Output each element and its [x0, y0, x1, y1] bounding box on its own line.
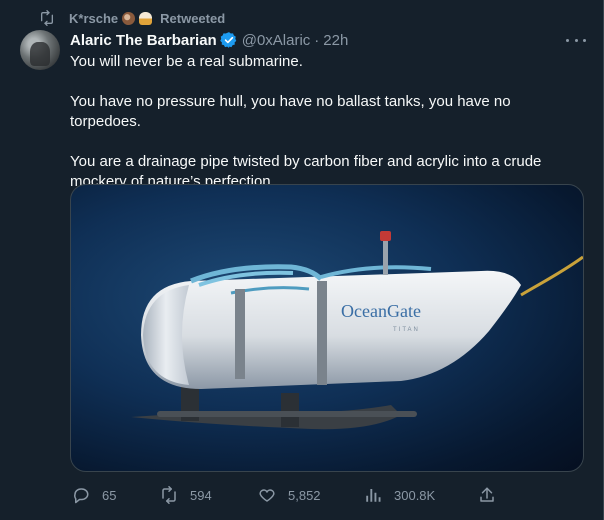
verified-badge-icon[interactable]: [219, 31, 238, 49]
retweeted-label: Retweeted: [160, 10, 226, 26]
retweet-icon: [39, 10, 55, 26]
separator-dot: ·: [314, 31, 320, 49]
tweet-image[interactable]: OceanGate TITAN: [70, 184, 584, 472]
view-count: 300.8K: [394, 487, 436, 503]
tweet-line-1: You will never be a real submarine.: [70, 53, 303, 70]
action-bar: 65 594 5,852 300.8K: [70, 484, 580, 506]
views-button[interactable]: 300.8K: [364, 484, 435, 506]
tweet-header: Alaric The Barbarian @0xAlaric · 22h: [70, 30, 348, 50]
share-button[interactable]: [478, 484, 496, 506]
retweeter-name[interactable]: K*rsche: [69, 11, 118, 26]
avatar[interactable]: [20, 30, 60, 70]
model-label: TITAN: [393, 327, 420, 333]
brand-logo: OceanGate: [341, 301, 421, 321]
tweet-text: You will never be a real submarine. You …: [70, 52, 580, 192]
share-icon: [478, 486, 496, 504]
like-icon: [258, 486, 276, 504]
coconut-emoji-icon: [122, 11, 136, 25]
reply-icon: [72, 486, 90, 504]
display-name[interactable]: Alaric The Barbarian: [70, 32, 217, 49]
retweet-count: 594: [190, 487, 212, 503]
retweet-icon: [160, 486, 178, 504]
like-button[interactable]: 5,852: [258, 484, 321, 506]
submarine-illustration: OceanGate TITAN: [131, 231, 583, 430]
like-count: 5,852: [288, 487, 321, 503]
reply-count: 65: [102, 487, 117, 503]
views-icon: [364, 486, 382, 504]
cupcake-emoji-icon: [139, 11, 153, 25]
retweet-button[interactable]: 594: [160, 484, 212, 506]
retweet-banner[interactable]: K*rsche Retweeted: [39, 10, 225, 26]
more-icon[interactable]: [566, 32, 586, 48]
timestamp[interactable]: 22h: [323, 32, 348, 49]
handle[interactable]: @0xAlaric: [242, 32, 311, 49]
tweet-line-2: You have no pressure hull, you have no b…: [70, 93, 511, 130]
reply-button[interactable]: 65: [72, 484, 116, 506]
